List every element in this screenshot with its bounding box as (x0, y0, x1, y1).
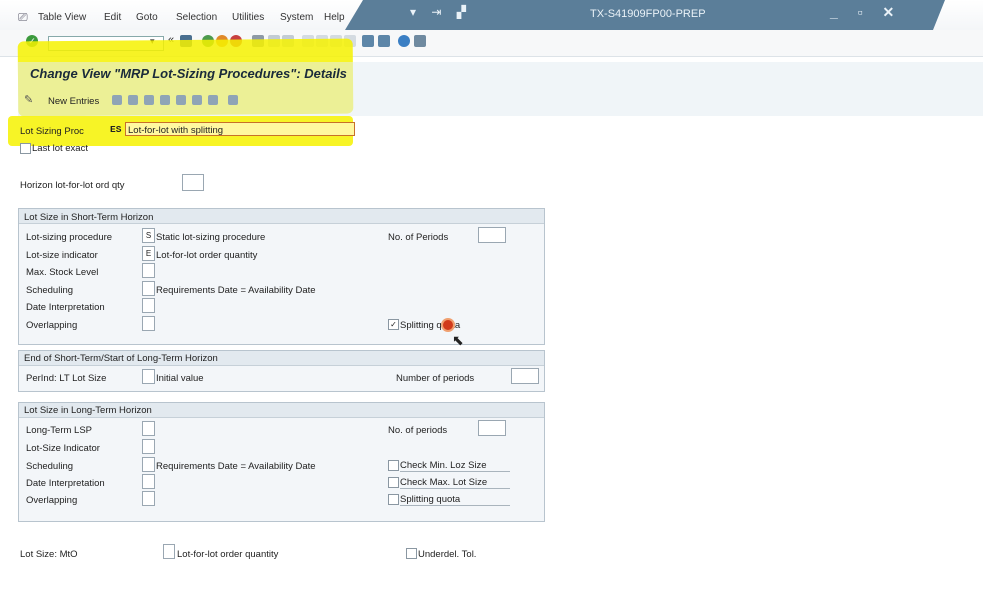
st-lot-size-indicator-desc: Lot-for-lot order quantity (156, 250, 258, 261)
lt-splitting-quota-label: Splitting quota (400, 494, 461, 505)
lt-check-min-checkbox[interactable] (388, 460, 399, 471)
st-lot-size-indicator-field[interactable]: E (142, 246, 155, 261)
perind-field[interactable] (142, 369, 155, 384)
window-controls[interactable]: _ ▫ ✕ (830, 4, 902, 21)
page-title: Change View "MRP Lot-Sizing Procedures":… (30, 66, 347, 81)
lt-no-of-periods-input[interactable] (478, 420, 506, 436)
cursor-click-marker (441, 318, 455, 332)
underdel-tol-label: Underdel. Tol. (418, 549, 477, 560)
previous-entry-icon[interactable] (160, 95, 170, 105)
st-lot-sizing-procedure-label: Lot-sizing procedure (26, 232, 113, 243)
new-session-icon[interactable] (362, 35, 374, 47)
sap-menu-icon[interactable]: ⎚ (18, 10, 28, 25)
print-view-icon[interactable] (228, 95, 238, 105)
lot-sizing-proc-desc: Lot-for-lot with splitting (128, 125, 224, 136)
lt-check-min-underline (400, 471, 510, 472)
st-lot-size-indicator-label: Lot-size indicator (26, 250, 98, 261)
lt-date-interpretation-field[interactable] (142, 474, 155, 489)
st-max-stock-level-label: Max. Stock Level (26, 267, 99, 278)
perind-label: PerInd: LT Lot Size (26, 373, 107, 384)
lt-check-max-checkbox[interactable] (388, 477, 399, 488)
menu-help[interactable]: Help (324, 12, 345, 23)
new-entries-button[interactable]: New Entries (48, 96, 99, 107)
lot-sizing-proc-code[interactable]: ES (110, 124, 121, 135)
menu-table-view[interactable]: Table View (38, 12, 86, 23)
deselect-icon[interactable] (208, 95, 218, 105)
st-lot-sizing-procedure-desc: Static lot-sizing procedure (156, 232, 266, 243)
lt-check-min-label: Check Min. Loz Size (400, 460, 487, 471)
lot-sizing-proc-label: Lot Sizing Proc (20, 126, 84, 137)
st-overlapping-field[interactable] (142, 316, 155, 331)
lt-scheduling-field[interactable] (142, 457, 155, 472)
lt-lot-size-indicator-label: Lot-Size Indicator (26, 443, 100, 454)
menu-system[interactable]: System (280, 12, 313, 23)
layout-menu-icon[interactable] (414, 35, 426, 47)
copy-as-icon[interactable] (112, 95, 122, 105)
st-date-interpretation-label: Date Interpretation (26, 302, 105, 313)
menu-goto[interactable]: Goto (136, 12, 158, 23)
st-scheduling-desc: Requirements Date = Availability Date (156, 285, 316, 296)
shortcut-icon[interactable] (378, 35, 390, 47)
long-term-title: Lot Size in Long-Term Horizon (24, 405, 152, 416)
underdel-tol-checkbox[interactable] (406, 548, 417, 559)
st-splitting-quota-checkbox[interactable]: ✓ (388, 319, 399, 330)
lt-long-term-lsp-label: Long-Term LSP (26, 425, 93, 436)
lt-date-interpretation-label: Date Interpretation (26, 478, 105, 489)
tr-number-of-periods-label: Number of periods (396, 373, 475, 384)
lt-scheduling-label: Scheduling (26, 461, 74, 472)
mto-field[interactable] (163, 544, 175, 559)
lt-splitting-quota-underline (400, 505, 510, 506)
menu-edit[interactable]: Edit (104, 12, 121, 23)
undo-change-icon[interactable] (144, 95, 154, 105)
transition-title: End of Short-Term/Start of Long-Term Hor… (24, 353, 218, 364)
st-date-interpretation-field[interactable] (142, 298, 155, 313)
st-max-stock-level-field[interactable] (142, 263, 155, 278)
perind-desc: Initial value (156, 373, 204, 384)
lt-lot-size-indicator-field[interactable] (142, 439, 155, 454)
next-entry-icon[interactable] (176, 95, 186, 105)
lt-check-max-label: Check Max. Lot Size (400, 477, 488, 488)
lt-overlapping-label: Overlapping (26, 495, 78, 506)
delete-icon[interactable] (128, 95, 138, 105)
horizon-input[interactable] (182, 174, 204, 191)
menu-utilities[interactable]: Utilities (232, 12, 264, 23)
last-lot-exact-checkbox[interactable] (20, 143, 31, 154)
short-term-title: Lot Size in Short-Term Horizon (24, 212, 154, 223)
st-scheduling-field[interactable] (142, 281, 155, 296)
mouse-pointer-icon: ⬉ (452, 332, 464, 348)
st-lot-sizing-procedure-field[interactable]: S (142, 228, 155, 243)
lt-overlapping-field[interactable] (142, 491, 155, 506)
mto-label: Lot Size: MtO (20, 549, 78, 560)
horizon-label: Horizon lot-for-lot ord qty (20, 180, 125, 191)
menu-selection[interactable]: Selection (176, 12, 217, 23)
lt-no-of-periods-label: No. of periods (388, 425, 448, 436)
window-layout-icons[interactable]: ▾ ⇥ ▞ (410, 5, 472, 19)
st-no-of-periods-input[interactable] (478, 227, 506, 243)
st-scheduling-label: Scheduling (26, 285, 74, 296)
st-overlapping-label: Overlapping (26, 320, 78, 331)
select-all-icon[interactable] (192, 95, 202, 105)
tr-number-of-periods-input[interactable] (511, 368, 539, 384)
help-icon[interactable] (398, 35, 410, 47)
display-change-icon[interactable]: ✎ (24, 93, 33, 106)
system-title: TX-S41909FP00-PREP (590, 8, 706, 20)
lt-splitting-quota-checkbox[interactable] (388, 494, 399, 505)
lt-long-term-lsp-field[interactable] (142, 421, 155, 436)
lt-check-max-underline (400, 488, 510, 489)
lt-scheduling-desc: Requirements Date = Availability Date (156, 461, 316, 472)
st-no-of-periods-label: No. of Periods (388, 232, 449, 243)
last-lot-exact-label: Last lot exact (32, 143, 88, 154)
mto-desc: Lot-for-lot order quantity (177, 549, 279, 560)
